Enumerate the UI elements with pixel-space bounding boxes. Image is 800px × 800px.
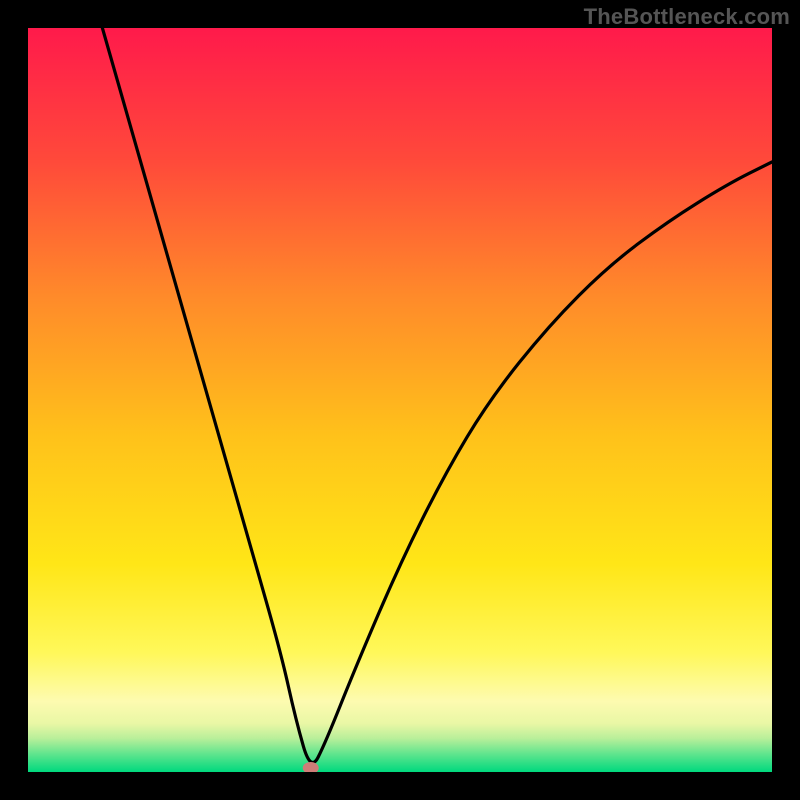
- bottleneck-chart: [28, 28, 772, 772]
- chart-frame: TheBottleneck.com: [0, 0, 800, 800]
- gradient-plot-area: [28, 28, 772, 772]
- watermark-text: TheBottleneck.com: [584, 4, 790, 30]
